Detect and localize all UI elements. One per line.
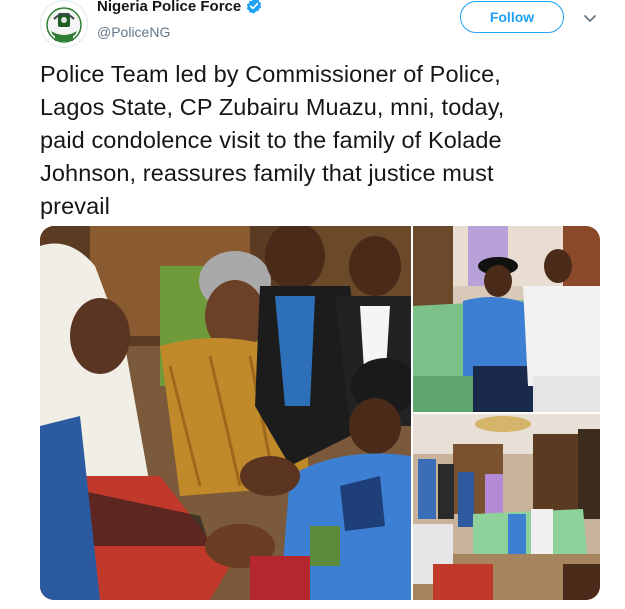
chevron-down-icon[interactable] — [580, 8, 600, 28]
tweet-text-line: Johnson, reassures family that justice m… — [40, 160, 494, 186]
photo-living-room-visit[interactable] — [413, 414, 600, 600]
tweet-text-line: prevail — [40, 193, 110, 219]
account-display-name-row[interactable]: Nigeria Police Force — [97, 0, 263, 15]
account-avatar[interactable] — [40, 0, 88, 48]
photo-condolence-family[interactable] — [40, 226, 411, 600]
tweet-media-grid — [40, 226, 600, 600]
tweet-text-line: Lagos State, CP Zubairu Muazu, mni, toda… — [40, 94, 505, 120]
tweet-text-line: Police Team led by Commissioner of Polic… — [40, 61, 501, 87]
photo-cp-with-family-member[interactable] — [413, 226, 600, 412]
follow-button[interactable]: Follow — [460, 1, 564, 33]
account-handle[interactable]: @PoliceNG — [97, 24, 170, 40]
verified-badge-icon — [247, 0, 262, 14]
police-crest-logo — [46, 7, 82, 43]
account-display-name[interactable]: Nigeria Police Force — [97, 0, 241, 15]
tweet-text-line: paid condolence visit to the family of K… — [40, 127, 502, 153]
tweet-text: Police Team led by Commissioner of Polic… — [40, 58, 615, 223]
